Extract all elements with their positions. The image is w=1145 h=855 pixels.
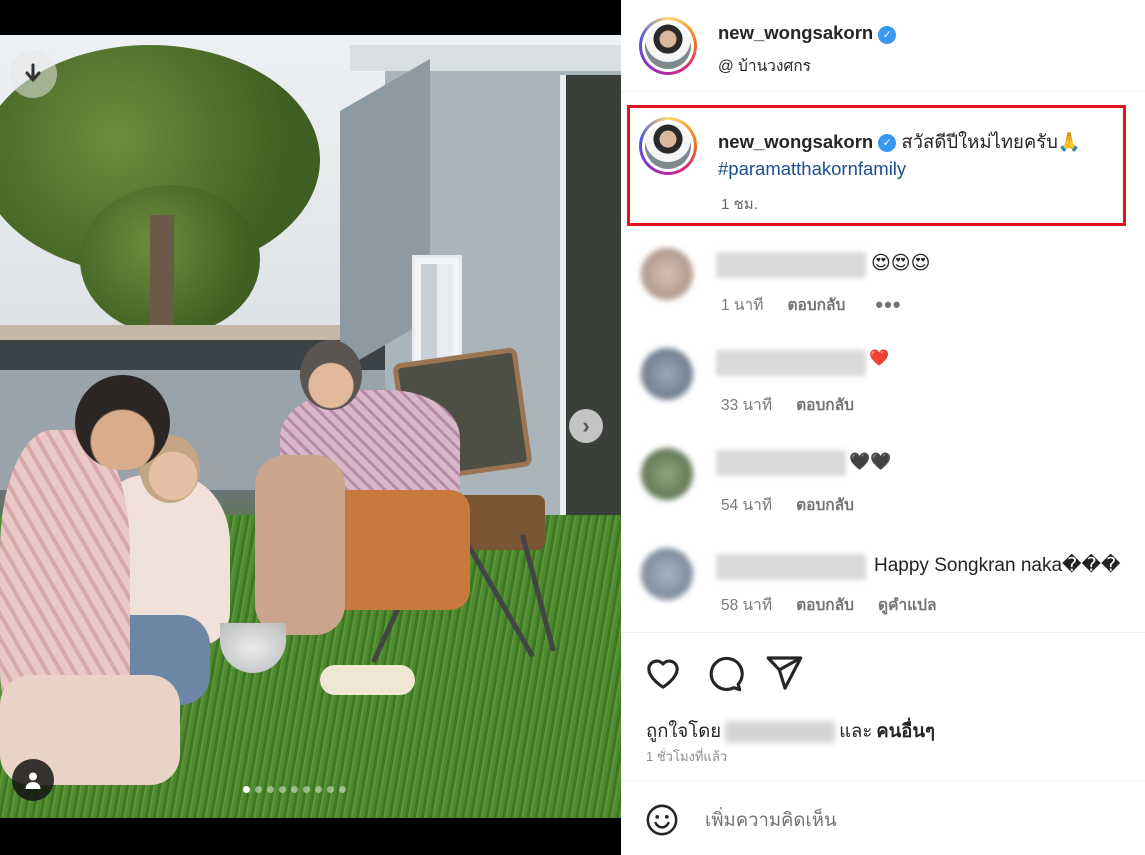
commenter-avatar[interactable] [641,248,693,300]
commenter-avatar[interactable] [641,548,693,600]
comment-meta: 58 นาที ตอบกลับ ดูคำแปล [721,592,936,617]
comment-reply-button[interactable]: ตอบกลับ [796,592,854,617]
comment-time[interactable]: 1 นาที [721,292,763,317]
carousel-dot [339,786,346,793]
comment-text: Happy Songkran naka��� [874,555,1121,576]
carousel-dot [291,786,298,793]
comment-meta: 1 นาที ตอบกลับ ••• [721,292,902,317]
liked-by-others[interactable]: คนอื่นๆ [876,717,935,746]
photo-house-eave [350,45,621,71]
paper-plane-icon[interactable] [764,653,804,693]
commenter-avatar[interactable] [641,448,693,500]
user-tag-icon [25,772,41,789]
post-header: new_wongsakorn ✓ @ บ้านวงศกร [621,0,1145,92]
photo-door [560,75,621,515]
carousel-dot [327,786,334,793]
see-translation-button[interactable]: ดูคำแปล [878,592,936,617]
liked-by-prefix: ถูกใจโดย [646,720,722,741]
comment-item: ❤️ 33 นาที ตอบกลับ [621,340,1145,430]
caption-username[interactable]: new_wongsakorn [718,131,873,152]
comment-item: Happy Songkran naka��� 58 นาที ตอบกลับ ด… [621,540,1145,630]
comment-input[interactable] [705,805,1115,835]
comment-item: 🖤🖤 54 นาที ตอบกลับ [621,440,1145,530]
download-button[interactable] [9,50,57,98]
verified-badge-icon: ✓ [878,25,897,44]
chevron-right-icon: › [582,413,590,438]
verified-badge-icon: ✓ [878,134,897,153]
author-name-row: new_wongsakorn ✓ [718,22,897,44]
more-options-icon[interactable]: ••• [875,293,901,315]
liked-by-username-blurred[interactable] [725,720,836,743]
carousel-next-button[interactable]: › [569,409,603,443]
commenter-username-blurred[interactable] [716,350,866,376]
post-location[interactable]: @ บ้านวงศกร [718,53,811,78]
commenter-username-blurred[interactable] [716,252,866,278]
download-arrow-icon [25,63,41,82]
photo-person-head [75,375,170,470]
photo-person-seated-second [255,455,345,635]
post-timestamp[interactable]: 1 ชั่วโมงที่แล้ว [646,746,727,767]
photo-person-head [300,340,362,410]
post-caption: new_wongsakorn ✓ สวัสดีปีใหม่ไทยครับ🙏 #pa… [718,128,1118,182]
comment-time[interactable]: 58 นาที [721,592,772,617]
comment-text: 🖤🖤 [849,452,892,471]
author-avatar[interactable] [639,17,697,75]
carousel-dot [315,786,322,793]
comment-reply-button[interactable]: ตอบกลับ [796,492,854,517]
comment-text: ❤️ [869,350,889,367]
liked-by[interactable]: ถูกใจโดย และ คนอื่นๆ [646,717,935,746]
carousel-dot [279,786,286,793]
post-actions: ถูกใจโดย และ คนอื่นๆ 1 ชั่วโมงที่แล้ว [621,632,1145,780]
comment-reply-button[interactable]: ตอบกลับ [796,392,854,417]
smiley-icon[interactable] [645,803,679,837]
add-comment-bar [621,780,1145,855]
liked-by-and: และ [839,720,873,741]
post-media-panel: › [0,0,621,855]
caption-text: สวัสดีปีใหม่ไทยครับ🙏 [901,131,1081,152]
tagged-users-button[interactable] [12,759,54,801]
heart-icon[interactable] [643,653,683,693]
post-photo[interactable] [0,35,621,818]
carousel-dot [303,786,310,793]
photo-sandals [320,665,415,695]
commenter-avatar[interactable] [641,348,693,400]
comment-meta: 33 นาที ตอบกลับ [721,392,854,417]
carousel-indicator [243,786,346,793]
comment-meta: 54 นาที ตอบกลับ [721,492,854,517]
carousel-dot [267,786,274,793]
comment-bubble-icon[interactable] [704,653,744,693]
comment-item: 😍😍😍 1 นาที ตอบกลับ ••• [621,240,1145,330]
caption-hashtag[interactable]: #paramatthakornfamily [718,158,906,179]
comment-reply-button[interactable]: ตอบกลับ [787,292,845,317]
commenter-username-blurred[interactable] [716,450,846,476]
carousel-dot [255,786,262,793]
comment-text: 😍😍😍 [871,253,931,274]
commenter-username-blurred[interactable] [716,554,866,580]
author-username[interactable]: new_wongsakorn [718,22,873,43]
caption-author-avatar[interactable] [639,117,697,175]
post-details-panel: new_wongsakorn ✓ @ บ้านวงศกร new_wongsako… [621,0,1145,855]
carousel-dot [243,786,250,793]
caption-time[interactable]: 1 ชม. [721,192,758,216]
comment-time[interactable]: 33 นาที [721,392,772,417]
comment-time[interactable]: 54 นาที [721,492,772,517]
